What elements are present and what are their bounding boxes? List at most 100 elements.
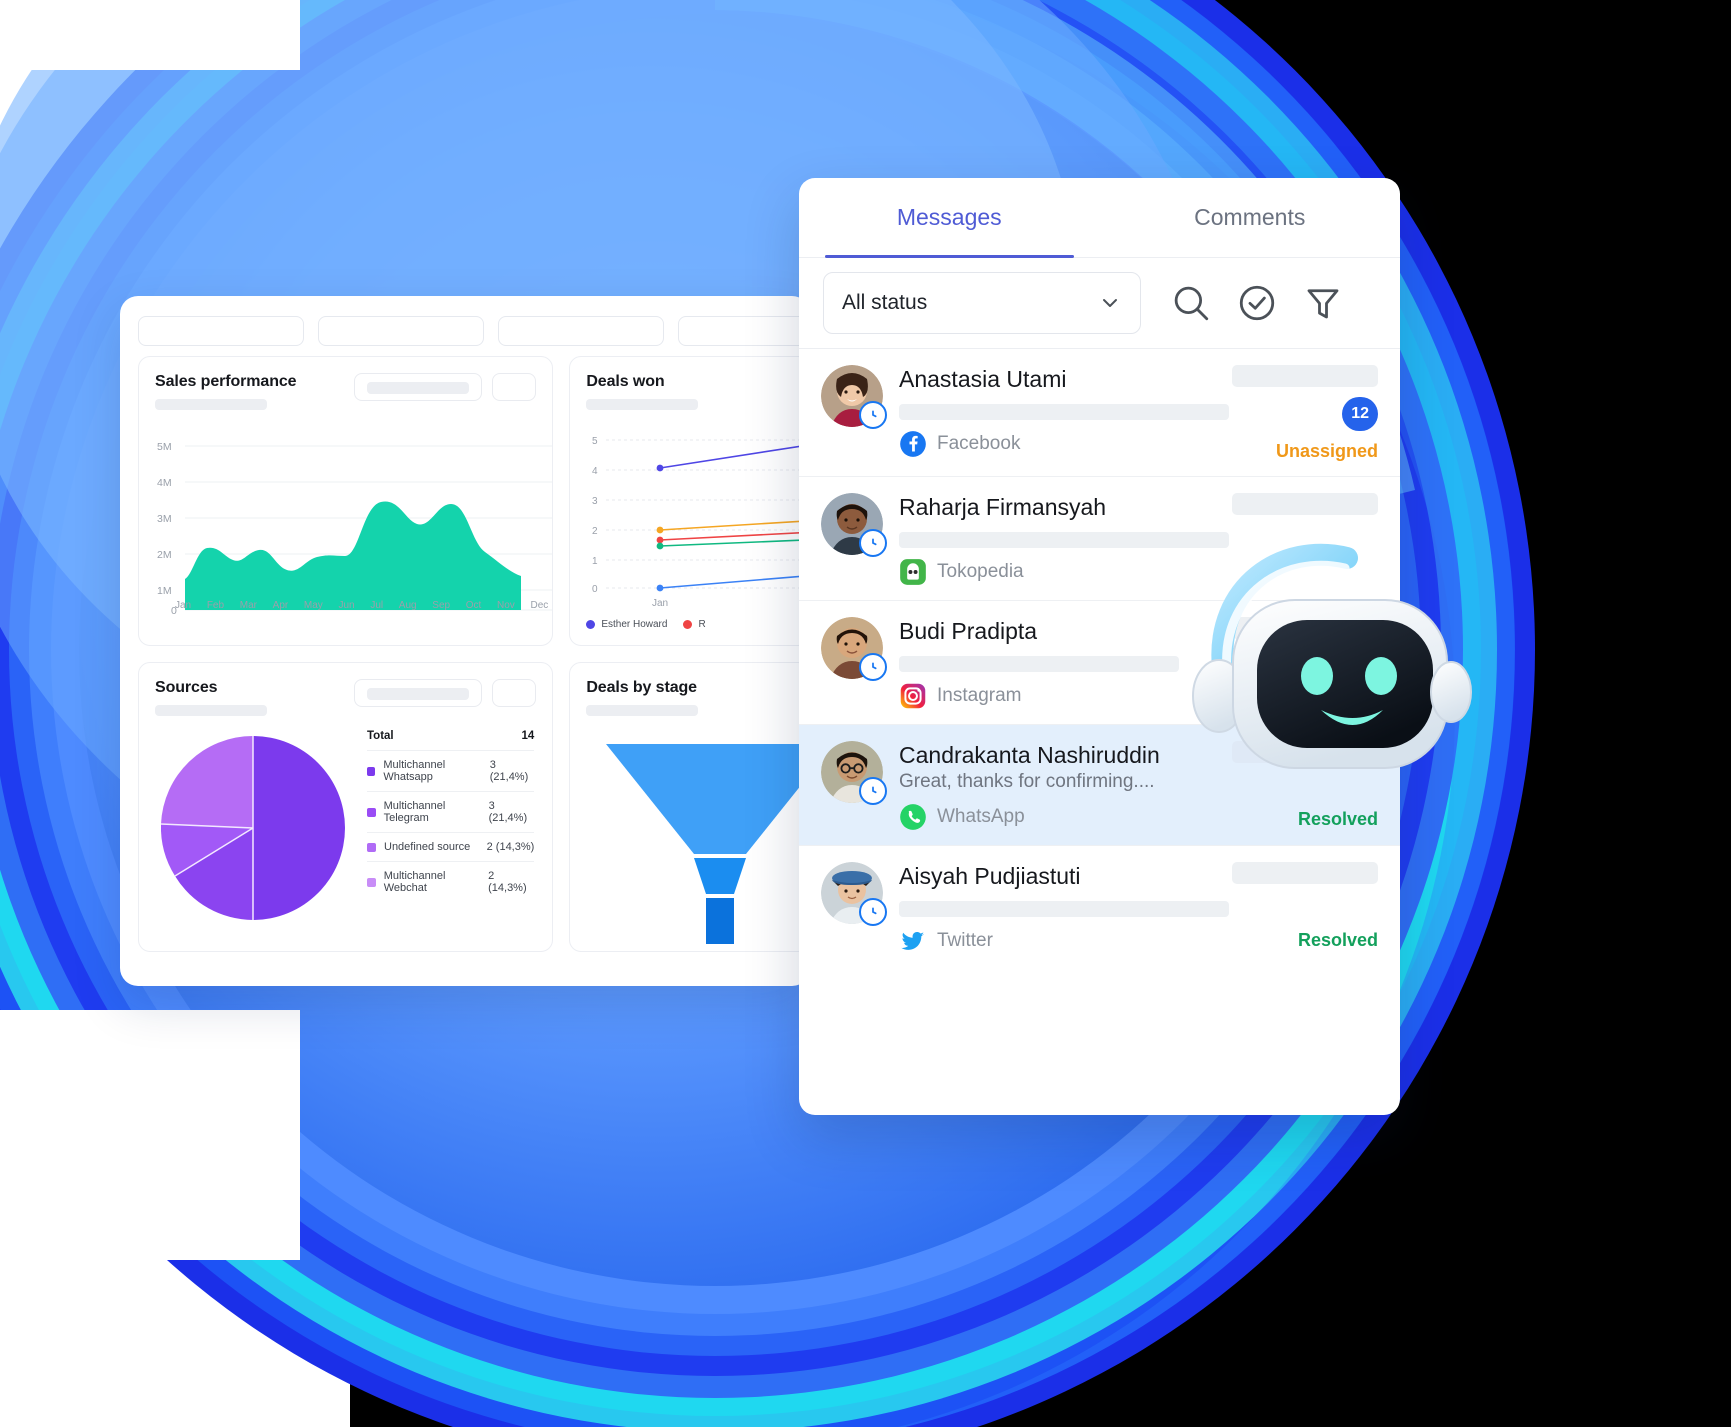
deals-won-chart: 5 4 3 2 1 0 Jan [570, 410, 810, 617]
deals-won-header: Deals won [570, 357, 809, 410]
message-meta: 12 Unassigned [1228, 365, 1378, 462]
unread-count-badge: 12 [1342, 397, 1378, 431]
sales-more-button[interactable] [492, 373, 537, 401]
x-label: Oct [465, 600, 482, 611]
svg-text:2: 2 [592, 526, 598, 537]
timestamp-placeholder [1232, 493, 1378, 515]
legend-swatch-icon [367, 807, 376, 817]
message-list-item[interactable]: Anastasia Utami Facebook 12 Unassigned [799, 349, 1400, 477]
x-label: Sep [432, 600, 451, 611]
x-label: Jan [175, 600, 192, 611]
x-label: Feb [206, 600, 225, 611]
svg-text:2M: 2M [157, 549, 172, 561]
deals-won-legend: Esther Howard R [570, 617, 809, 630]
status-filter-select[interactable]: All status [823, 272, 1141, 334]
preview-placeholder [899, 403, 1229, 420]
filter-icon[interactable] [1301, 281, 1345, 325]
legend-label: Multichannel Telegram [383, 800, 446, 824]
deals-won-panel: Deals won 5 4 3 2 1 0 Jan Esther Howard … [569, 356, 810, 646]
legend-label: Undefined source [384, 841, 471, 853]
robot-mascot-icon [1175, 528, 1475, 818]
channel-name: Facebook [937, 432, 1021, 454]
sales-x-axis-labels: Jan Feb Mar Apr May Jun Jul Aug Sep Oct … [175, 600, 548, 611]
toolbar-filter-1[interactable] [138, 316, 304, 346]
pie-slice-webchat [161, 735, 253, 828]
channel-name: Twitter [937, 930, 993, 951]
message-content: Anastasia Utami Facebook [899, 365, 1229, 462]
svg-text:5: 5 [592, 436, 598, 447]
svg-text:4M: 4M [157, 477, 172, 489]
sales-panel-actions [354, 373, 537, 401]
whatsapp-icon [900, 804, 926, 831]
channel-name: WhatsApp [937, 806, 1025, 828]
deals-stage-funnel [570, 716, 810, 951]
deals-won-svg: 5 4 3 2 1 0 Jan [592, 436, 810, 609]
status-badge: Unassigned [1275, 441, 1378, 461]
sources-legend: Total 14 Multichannel Whatsapp 3 (21,4%)… [367, 730, 535, 926]
svg-text:1: 1 [592, 556, 598, 567]
check-circle-icon[interactable] [1235, 281, 1279, 325]
chevron-down-icon [1103, 299, 1117, 307]
deals-series-points [656, 464, 664, 592]
message-list-item[interactable]: Aisyah Pudjiastuti Twitter Resolved [799, 846, 1400, 969]
channel-name: Tokopedia [937, 560, 1024, 582]
deals-x-label: Jan [652, 598, 668, 609]
legend-item[interactable]: Multichannel Telegram 3 (21,4%) [367, 791, 535, 832]
channel-row: Twitter [899, 927, 1212, 955]
deals-stage-header: Deals by stage [570, 663, 809, 716]
svg-text:0: 0 [592, 584, 598, 595]
search-icon[interactable] [1169, 281, 1213, 325]
message-content: Aisyah Pudjiastuti Twitter [899, 862, 1229, 955]
funnel-svg [606, 744, 810, 944]
toolbar-filter-4[interactable] [678, 316, 810, 346]
clock-badge-icon [859, 652, 887, 681]
channel-row: WhatsApp [899, 803, 1212, 831]
funnel-stage-3 [706, 898, 735, 944]
legend-label: Multichannel Whatsapp [383, 759, 446, 783]
x-label: Mar [239, 600, 257, 611]
instagram-icon [900, 683, 926, 708]
tab-comments[interactable]: Comments [1100, 178, 1401, 257]
twitter-icon [901, 931, 925, 950]
message-content: Raharja Firmansyah Tokopedia [899, 493, 1229, 586]
timestamp-placeholder [1232, 365, 1378, 387]
tab-messages[interactable]: Messages [799, 178, 1100, 258]
contact-name: Raharja Firmansyah [899, 494, 1107, 520]
tokopedia-icon [900, 558, 926, 585]
sources-total-label: Total [367, 730, 394, 742]
sales-panel-subtitle-placeholder [155, 399, 267, 410]
legend-item[interactable]: Multichannel Whatsapp 3 (21,4%) [367, 750, 535, 791]
channel-name: Instagram [937, 684, 1022, 706]
contact-name: Anastasia Utami [899, 366, 1067, 392]
sources-more-button[interactable] [492, 679, 537, 707]
x-label: Nov [497, 600, 515, 611]
deals-stage-title: Deals by stage [586, 679, 697, 696]
toolbar-filter-2[interactable] [318, 316, 484, 346]
pie-slice-whatsapp [253, 736, 345, 920]
legend-swatch-icon [367, 877, 376, 887]
sources-range-select[interactable] [354, 679, 483, 707]
mask-top-left [0, 0, 300, 70]
channel-row: Instagram [899, 682, 1212, 710]
clock-badge-icon [859, 898, 887, 927]
legend-item[interactable]: Multichannel Webchat 2 (14,3%) [367, 861, 535, 902]
deals-gridlines [606, 439, 810, 589]
screenshot-root: Sales performance 5M 4M 3M 2M 1M 0 Jan F… [0, 0, 1731, 1427]
deals-y-labels: 5 4 3 2 1 0 [592, 436, 598, 595]
message-content: Budi Pradipta Instagram [899, 617, 1212, 710]
legend-item[interactable]: Undefined source 2 (14,3%) [367, 832, 535, 861]
svg-text:3M: 3M [157, 513, 172, 525]
sources-panel-title: Sources [155, 679, 218, 696]
toolbar-filter-3[interactable] [498, 316, 664, 346]
status-badge: Resolved [1297, 930, 1378, 951]
sales-range-select[interactable] [354, 373, 483, 401]
legend-label: Multichannel Webchat [383, 870, 446, 894]
funnel-stage-1 [606, 744, 810, 854]
x-label: Jun [338, 600, 355, 611]
dashboard-toolbar [120, 296, 810, 356]
message-meta: Resolved [1228, 862, 1378, 955]
contact-name: Budi Pradipta [899, 617, 1038, 644]
clock-badge-icon [859, 401, 887, 429]
deals-stage-subtitle-placeholder [586, 705, 699, 716]
deals-won-title: Deals won [586, 373, 665, 390]
